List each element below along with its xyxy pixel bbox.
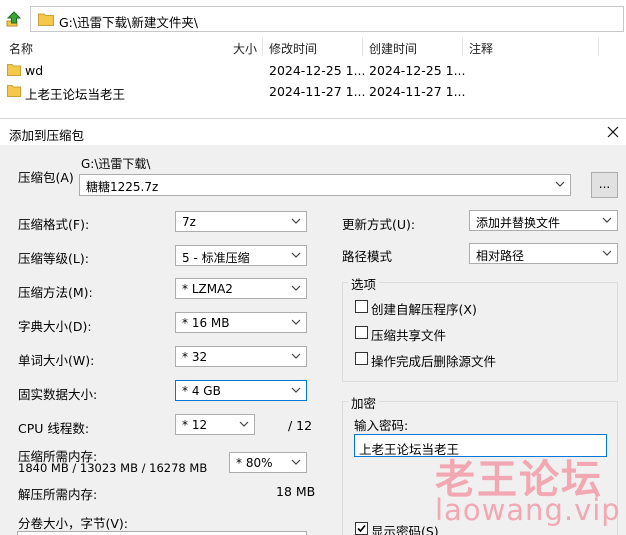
chevron-down-icon <box>291 353 301 359</box>
show-password-label[interactable]: 显示密码(S) <box>371 521 439 535</box>
sfx-checkbox[interactable] <box>355 300 368 313</box>
shared-files-checkbox[interactable] <box>355 326 368 339</box>
archive-name-value: 糖糖1225.7z <box>86 180 159 194</box>
file-row[interactable]: wd 2024-12-25 1... 2024-12-25 1... <box>0 60 626 80</box>
chevron-down-icon <box>239 421 249 427</box>
archive-path: G:\迅雷下载\ <box>81 157 151 171</box>
file-modified: 2024-12-25 1... <box>269 63 366 78</box>
dialog-title: 添加到压缩包 <box>9 128 85 143</box>
close-icon <box>607 126 619 138</box>
split-volume-label: 分卷大小，字节(V): <box>18 516 129 531</box>
compress-memory-detail: 1840 MB / 13023 MB / 16278 MB <box>18 461 208 475</box>
sfx-checkbox-label[interactable]: 创建自解压程序(X) <box>371 299 477 318</box>
address-text: G:\迅雷下载\新建文件夹\ <box>59 15 199 30</box>
file-row[interactable]: 上老王论坛当老王 2024-11-27 1... 2024-11-27 1... <box>0 81 626 102</box>
chevron-down-icon <box>291 285 301 291</box>
chevron-down-icon <box>291 319 301 325</box>
folder-icon <box>7 64 21 76</box>
file-manager-toolbar: G:\迅雷下载\新建文件夹\ <box>0 0 626 36</box>
show-password-checkbox[interactable] <box>355 522 368 535</box>
solid-block-value: * 4 GB <box>182 384 221 398</box>
update-mode-select[interactable]: 添加并替换文件 <box>469 210 618 231</box>
archive-label: 压缩包(A) <box>18 170 74 185</box>
column-modified[interactable]: 修改时间 <box>269 40 317 57</box>
path-mode-label: 路径模式 <box>342 249 393 264</box>
file-name: 上老王论坛当老王 <box>25 87 126 102</box>
format-label: 压缩格式(F): <box>18 217 90 232</box>
memory-usage-select[interactable]: * 80% <box>229 452 307 473</box>
solid-block-label: 固实数据大小: <box>18 387 98 402</box>
file-modified: 2024-11-27 1... <box>269 84 366 99</box>
delete-after-checkbox[interactable] <box>355 352 368 365</box>
dictionary-value: * 16 MB <box>182 316 230 330</box>
column-divider[interactable] <box>462 38 463 56</box>
chevron-down-icon <box>291 459 301 465</box>
file-list-header: 名称 大小 修改时间 创建时间 注释 <box>0 36 626 58</box>
split-volume-combo[interactable] <box>17 531 307 535</box>
level-select[interactable]: 5 - 标准压缩 <box>175 245 307 266</box>
file-created: 2024-12-25 1... <box>369 63 466 78</box>
column-divider[interactable] <box>362 38 363 56</box>
cpu-threads-max: / 12 <box>288 418 313 433</box>
column-size[interactable]: 大小 <box>233 40 257 57</box>
decompress-memory-label: 解压所需内存: <box>18 487 98 502</box>
column-name[interactable]: 名称 <box>9 40 33 57</box>
column-comment[interactable]: 注释 <box>469 40 493 57</box>
word-size-value: * 32 <box>182 350 208 364</box>
dialog-title-bar: 添加到压缩包 <box>0 119 626 145</box>
level-label: 压缩等级(L): <box>18 251 89 266</box>
column-divider[interactable] <box>598 38 599 56</box>
encryption-group-title: 加密 <box>348 393 380 412</box>
cpu-threads-value: * 12 <box>182 418 208 432</box>
decompress-memory-value: 18 MB <box>276 484 316 499</box>
browse-button[interactable]: ... <box>591 172 618 198</box>
chevron-down-icon <box>291 387 301 393</box>
chevron-down-icon <box>602 217 612 223</box>
chevron-down-icon <box>291 218 301 224</box>
word-size-label: 单词大小(W): <box>18 353 95 368</box>
watermark-url: laowang.vip <box>435 493 621 527</box>
file-manager: G:\迅雷下载\新建文件夹\ 名称 大小 修改时间 创建时间 注释 wd 202… <box>0 0 626 118</box>
cpu-threads-label: CPU 线程数: <box>18 421 90 436</box>
close-button[interactable] <box>604 123 622 141</box>
folder-icon <box>38 13 54 26</box>
password-label: 输入密码: <box>354 418 409 433</box>
file-name: wd <box>25 63 44 78</box>
checkmark-icon <box>357 524 366 533</box>
method-label: 压缩方法(M): <box>18 285 93 300</box>
file-created: 2024-11-27 1... <box>369 84 466 99</box>
options-group-title: 选项 <box>348 274 380 293</box>
solid-block-select[interactable]: * 4 GB <box>175 380 307 401</box>
arrow-up-icon <box>6 11 22 27</box>
chevron-down-icon <box>555 181 565 187</box>
chevron-down-icon <box>602 250 612 256</box>
delete-after-checkbox-label[interactable]: 操作完成后删除源文件 <box>371 351 496 370</box>
up-folder-button[interactable] <box>4 9 24 29</box>
method-select[interactable]: * LZMA2 <box>175 278 307 299</box>
format-value: 7z <box>182 215 196 229</box>
archive-name-combo[interactable]: 糖糖1225.7z <box>79 174 571 196</box>
path-mode-value: 相对路径 <box>476 249 525 263</box>
chevron-down-icon <box>291 252 301 258</box>
format-select[interactable]: 7z <box>175 211 307 232</box>
column-created[interactable]: 创建时间 <box>369 40 417 57</box>
dictionary-label: 字典大小(D): <box>18 319 92 334</box>
folder-icon <box>7 85 21 97</box>
level-value: 5 - 标准压缩 <box>182 251 250 265</box>
method-value: * LZMA2 <box>182 282 233 296</box>
cpu-threads-select[interactable]: * 12 <box>175 414 255 435</box>
shared-files-checkbox-label[interactable]: 压缩共享文件 <box>371 325 446 344</box>
update-mode-label: 更新方式(U): <box>342 217 416 232</box>
update-mode-value: 添加并替换文件 <box>476 216 561 230</box>
memory-usage-value: * 80% <box>236 456 273 470</box>
word-size-select[interactable]: * 32 <box>175 346 307 367</box>
dictionary-select[interactable]: * 16 MB <box>175 312 307 333</box>
column-divider[interactable] <box>262 38 263 56</box>
address-bar[interactable]: G:\迅雷下载\新建文件夹\ <box>30 6 624 32</box>
path-mode-select[interactable]: 相对路径 <box>469 243 618 264</box>
